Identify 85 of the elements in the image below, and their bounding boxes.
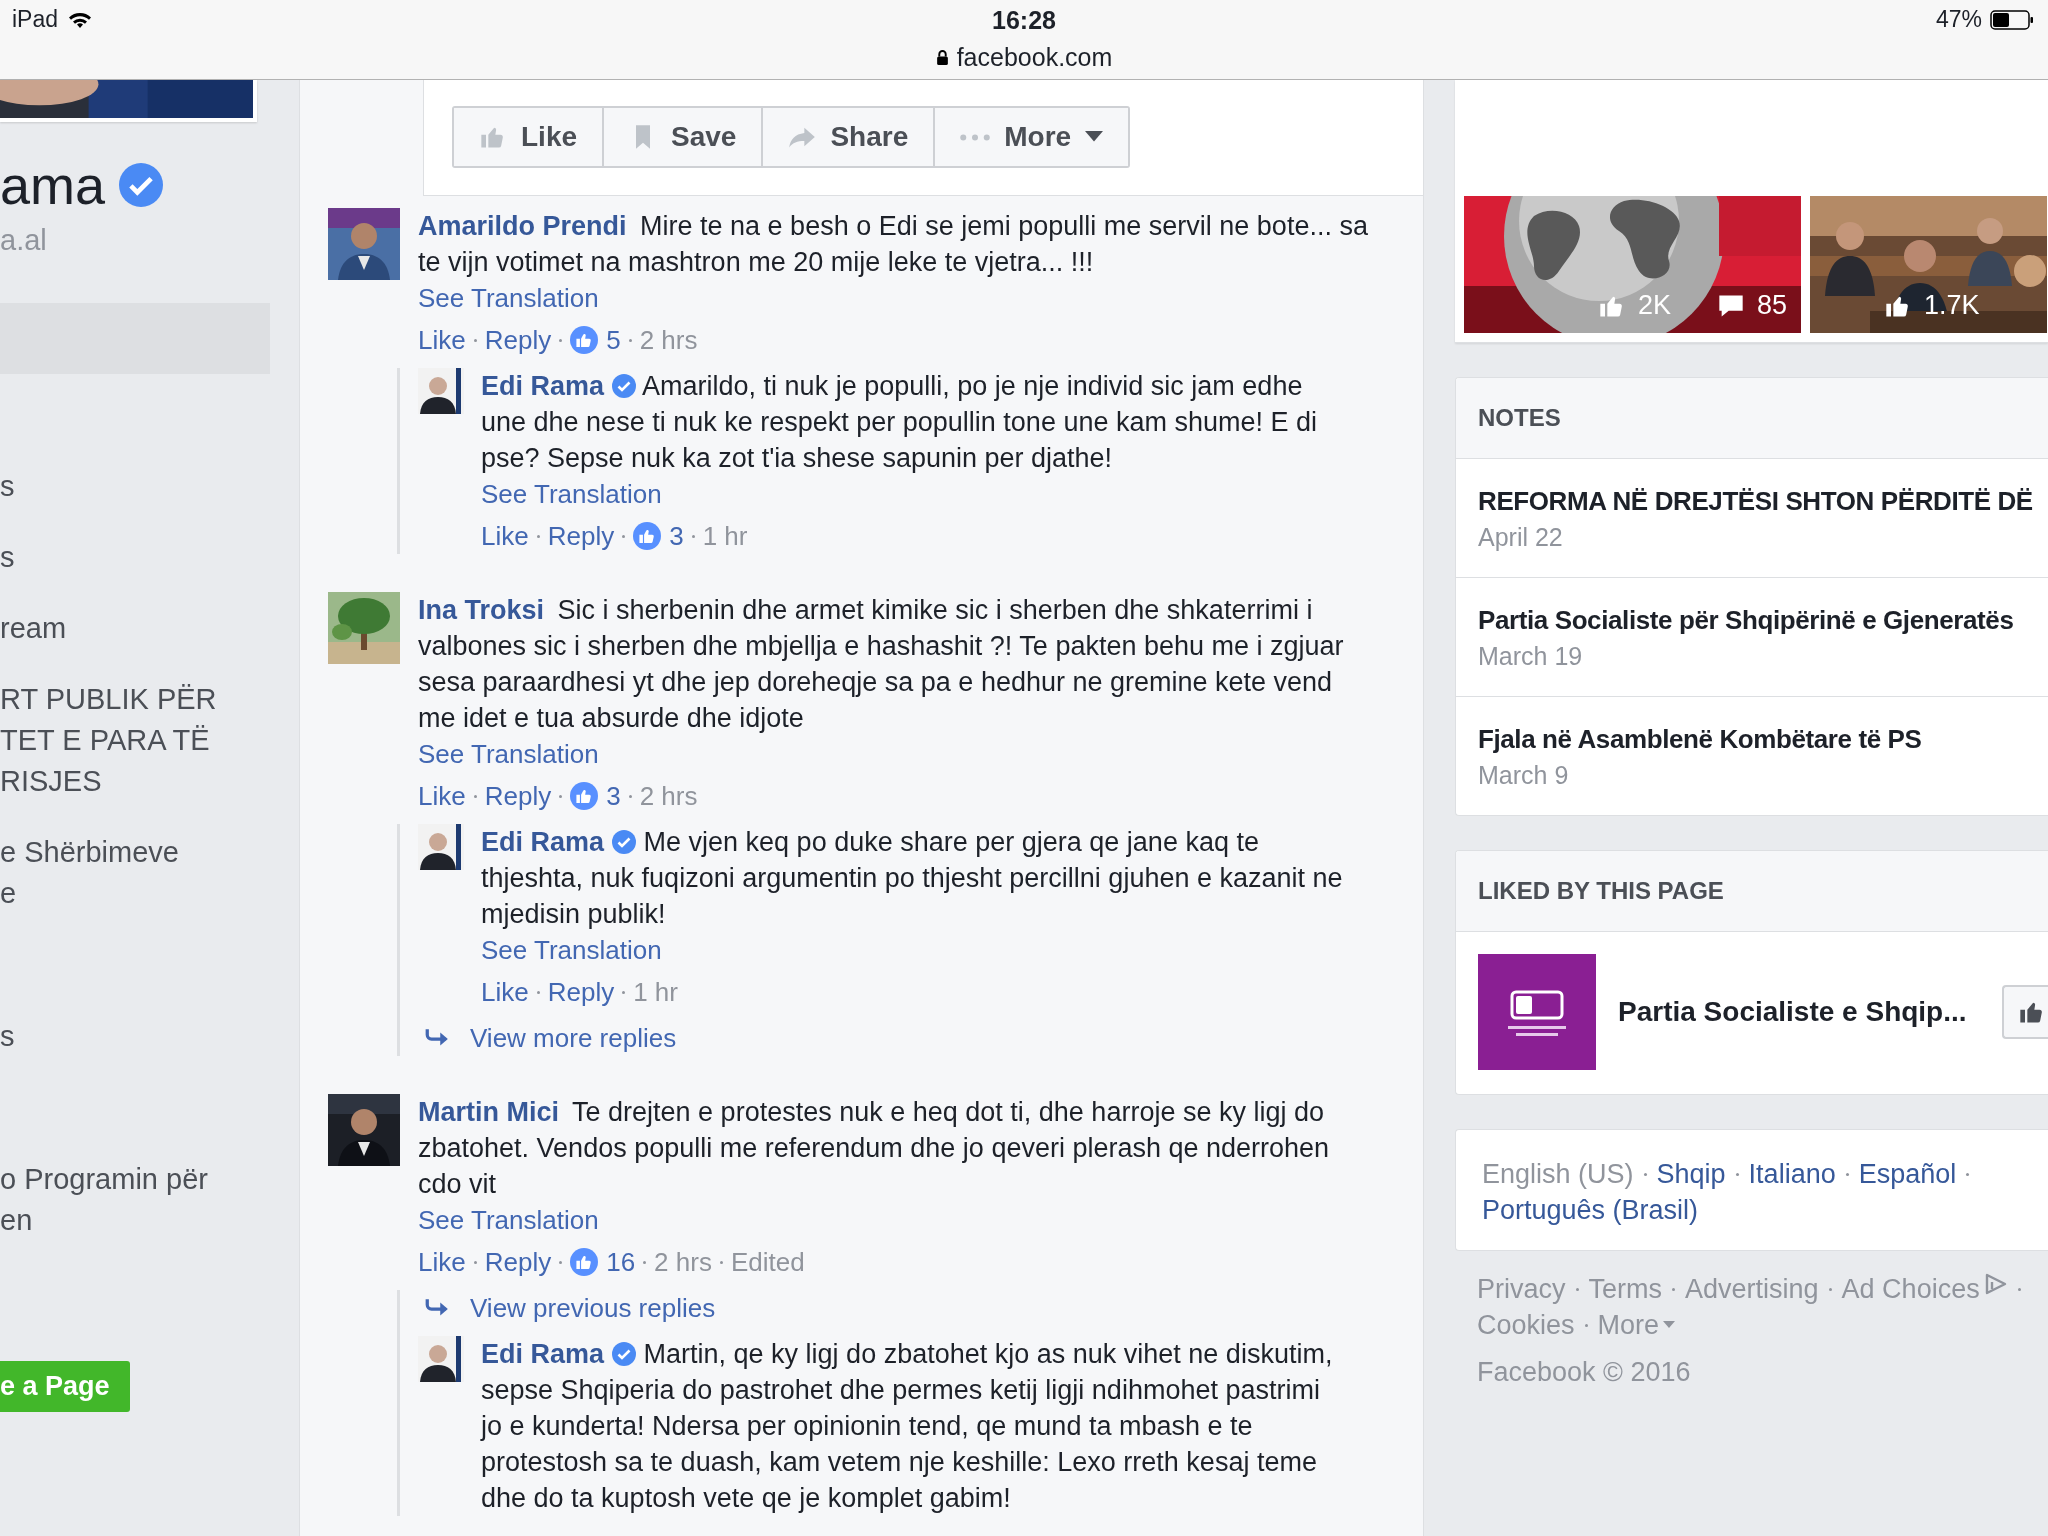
lock-icon [935,50,949,65]
see-translation-link[interactable]: See Translation [481,932,662,968]
battery-percent: 47% [1935,6,1982,33]
like-count: 1.7K [1924,290,1980,321]
device-name: iPad [12,6,59,33]
like-link[interactable]: Like [418,778,466,814]
current-language: English (US) [1482,1158,1634,1191]
dots-icon [960,133,991,141]
comment-text: Martin Mici Te drejten e protestes nuk e heq dot ti, dhe harroje se ky ligj do zbatohet. Vendos populli me referendum dhe jo qeveri plerash qe nderrohen cdo vit [418,1096,1331,1201]
author-link[interactable]: Edi Rama [481,1339,605,1369]
like-badge-icon [570,326,599,354]
address-text[interactable]: facebook.com [956,43,1113,72]
comment-time: 2 hrs [639,780,698,813]
edited-label: Edited [730,1246,805,1279]
see-translation-link[interactable]: See Translation [481,476,662,512]
note-item[interactable]: Fjala në Asamblenë Kombëtare të PS March 9 [1456,697,2048,815]
reply-link[interactable]: Reply [484,1244,552,1280]
sidebar-item[interactable]: s [0,1016,299,1057]
reply-link[interactable]: Reply [547,518,615,554]
reply-link[interactable]: Reply [484,322,552,358]
copyright-text: Facebook © 2016 [1477,1357,1692,1388]
like-link[interactable]: Like [418,322,466,358]
note-item[interactable]: REFORMA NË DREJTËSI SHTON PËRDITË DË April 22 [1456,459,2048,578]
see-translation-link[interactable]: See Translation [418,280,599,316]
author-link[interactable]: Martin Mici [418,1097,559,1127]
language-link[interactable]: Español [1858,1156,1957,1192]
author-link[interactable]: Edi Rama [481,371,605,401]
comment-text: Ina Troksi Sic i sherbenin dhe armet kimike sic i sherben dhe shkaterrimi i valbones sic i sherben dhe mbjellja e hashashit ?! Te pakten behu me i zgjuar sesa paraardhesi yt dhe jep doreheqje sa pa e hedhur ne gremine kete vend me idet e tua absurde dhe idjote [418,594,1345,735]
see-translation-link[interactable]: See Translation [418,1202,599,1238]
reaction-count[interactable]: 5 [606,322,621,358]
page-link[interactable]: Partia Socialiste e Shqip... [1618,996,1967,1028]
like-link[interactable]: Like [481,518,529,554]
sidebar-item[interactable]: RT PUBLIK PËR TET E PARA TË RISJES [0,679,299,802]
caret-icon [1663,1321,1676,1329]
view-replies-link[interactable]: View more replies [418,1020,1399,1056]
battery-icon [1990,9,2034,30]
language-link[interactable]: Português (Brasil) [1482,1192,1699,1228]
like-badge-icon [570,782,599,810]
see-translation-link[interactable]: See Translation [418,736,599,772]
page-username: a.al [0,224,48,257]
comment-text: Edi Rama Me vjen keq po duke share per gjera qe jane kaq te thjeshta, nuk fuqizoni argumentin po thjesht percillni gjuhen e kazanit ne mjedisin publik! [481,826,1344,931]
comment-text: Edi Rama Amarildo, ti nuk je populli, po je nje individ sic jam edhe une dhe nese ti nuk ke respekt per popullin tone une kam shume! E di pse? Sepse nuk ka zot t'ia shese sapunin per djathe! [481,370,1319,475]
reply-link[interactable]: Reply [484,778,552,814]
note-item[interactable]: Partia Socialiste për Shqipërinë e Gjeneratës March 19 [1456,578,2048,697]
sidebar-item[interactable]: s [0,537,299,578]
section-title: LIKED BY THIS PAGE [1478,877,1724,905]
comment-time: 2 hrs [654,1246,712,1279]
verified-icon [612,830,637,854]
create-page-button[interactable]: e a Page [0,1361,130,1412]
wifi-icon [68,10,93,29]
like-badge-icon [570,1248,599,1276]
section-title: NOTES [1478,404,1561,432]
reaction-count[interactable]: 3 [606,778,621,814]
like-page-button[interactable] [2002,985,2048,1039]
sidebar-item[interactable]: o Programin për en [0,1159,299,1241]
comment-text: Edi Rama Martin, qe ky ligj do zbatohet kjo as nuk vihet ne diskutim, sepse Shqiperia do pastrohet dhe permes ketij ligji ndihmohet pastrimi jo e kunderta! Ndersa per opinionin tend, qe mund ta mbash e te protestosh sa te duash, kam vetem nje keshille: Lexo rreth kesaj teme dhe do ta kuptosh vete qe je komplet gabim! [481,1338,1334,1515]
page-logo-icon [1478,954,1596,1070]
like-link[interactable]: Like [418,1244,466,1280]
language-link[interactable]: Shqip [1656,1156,1726,1192]
sidebar-item[interactable]: ream [0,608,299,649]
like-count: 2K [1637,290,1671,321]
caret-icon [1085,131,1104,143]
comment-count: 85 [1756,290,1787,321]
verified-icon [612,1342,637,1366]
verified-icon [612,374,637,398]
author-link[interactable]: Ina Troksi [418,595,545,625]
sidebar-item[interactable]: e Shërbimeve e [0,832,299,914]
like-link[interactable]: Like [481,974,529,1010]
language-link[interactable]: Italiano [1748,1156,1836,1192]
reaction-count[interactable]: 3 [669,518,684,554]
page-name: ama [0,154,106,216]
like-badge-icon [633,522,662,550]
author-link[interactable]: Edi Rama [481,827,605,857]
post-action-button[interactable]: Like [454,108,605,166]
comment-time: 1 hr [702,520,748,553]
clock-time: 16:28 [992,6,1056,35]
comment-text: Amarildo Prendi Mire te na e besh o Edi se jemi populli me servil ne bote... sa te vijn votimet na mashtron me 20 mije leke te vjetra... !!! [418,210,1369,279]
comment-time: 1 hr [633,976,678,1009]
reply-link[interactable]: Reply [547,974,615,1010]
ad-choices-icon [1983,1273,2008,1295]
author-link[interactable]: Amarildo Prendi [418,211,627,241]
reaction-count[interactable]: 16 [606,1244,636,1280]
comment-time: 2 hrs [639,324,698,357]
sidebar-item[interactable]: s [0,466,299,507]
view-replies-link[interactable]: View previous replies [418,1290,1399,1326]
